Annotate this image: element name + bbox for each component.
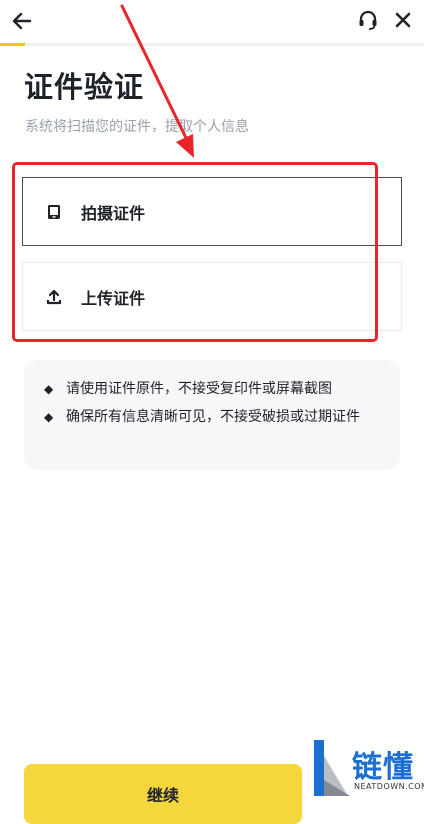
- close-icon: [395, 12, 411, 28]
- arrow-left-icon: [12, 12, 32, 30]
- watermark-text: 链懂: [352, 750, 414, 785]
- close-button[interactable]: [392, 9, 414, 31]
- continue-button[interactable]: 继续: [24, 764, 302, 824]
- support-button[interactable]: [357, 9, 379, 31]
- upload-document-option[interactable]: 上传证件: [22, 262, 402, 331]
- headset-icon: [359, 10, 377, 30]
- diamond-bullet-icon: ◆: [44, 382, 54, 396]
- progress-fill: [0, 43, 26, 46]
- tip-item: ◆ 确保所有信息清晰可见，不接受破损或过期证件: [44, 406, 384, 428]
- back-button[interactable]: [10, 9, 34, 33]
- upload-icon: [45, 288, 63, 306]
- page-title: 证件验证: [24, 70, 145, 104]
- tip-text: 请使用证件原件，不接受复印件或屏幕截图: [66, 381, 332, 397]
- top-bar: [0, 0, 424, 46]
- capture-document-label: 拍摄证件: [81, 203, 146, 223]
- upload-document-label: 上传证件: [81, 288, 146, 308]
- diamond-bullet-icon: ◆: [44, 410, 54, 424]
- tip-item: ◆ 请使用证件原件，不接受复印件或屏幕截图: [44, 378, 384, 400]
- progress-bar: [0, 43, 424, 46]
- tip-text: 确保所有信息清晰可见，不接受破损或过期证件: [66, 409, 360, 425]
- watermark-logo-icon: [314, 740, 350, 796]
- page-subtitle: 系统将扫描您的证件，提取个人信息: [25, 119, 249, 135]
- capture-document-option[interactable]: 拍摄证件: [22, 177, 402, 246]
- phone-camera-icon: [45, 203, 63, 221]
- watermark-subtext: NEATDOWN.COM: [354, 782, 424, 791]
- tips-panel: ◆ 请使用证件原件，不接受复印件或屏幕截图 ◆ 确保所有信息清晰可见，不接受破损…: [24, 360, 400, 470]
